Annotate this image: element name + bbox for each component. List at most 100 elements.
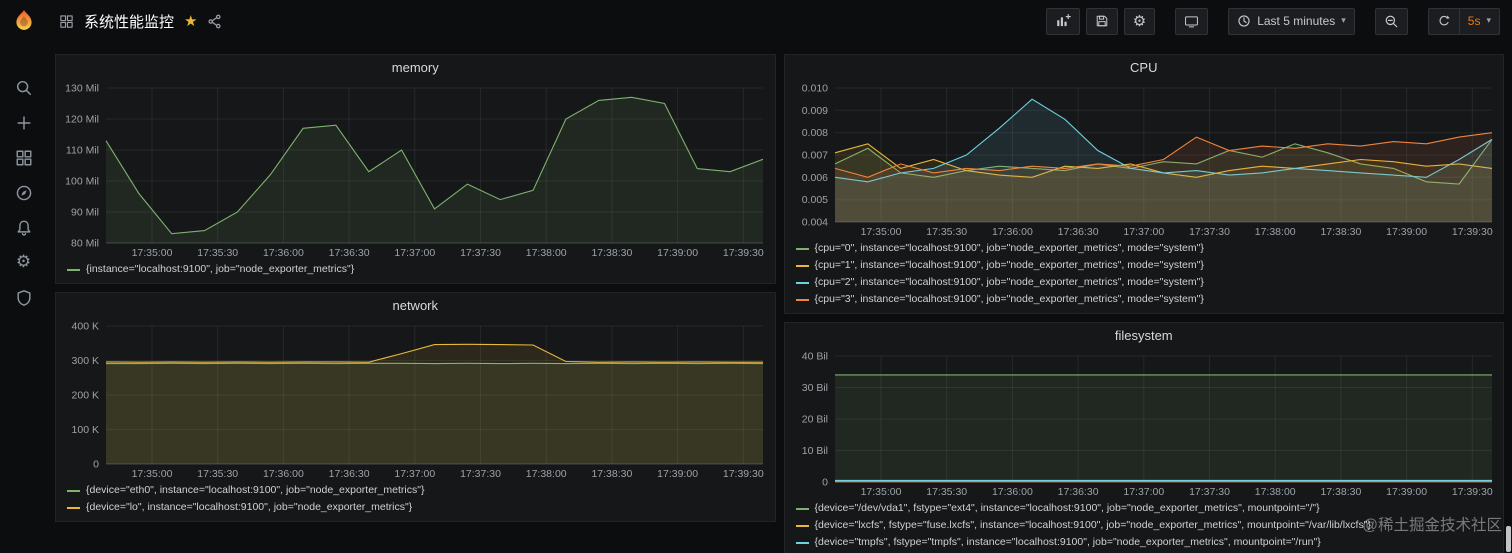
- legend-label: {device="/dev/vda1", fstype="ext4", inst…: [814, 502, 1320, 514]
- network-chart-svg: 17:35:00 17:35:30 17:36:00 17:36:30 17:37:00…: [72, 321, 764, 481]
- cpu-chart[interactable]: 17:35:00 17:35:30 17:36:00 17:36:30 17:37:00…: [785, 80, 1504, 240]
- svg-text:17:35:00: 17:35:00: [132, 247, 173, 259]
- time-picker-button[interactable]: Last 5 minutes ▾: [1228, 7, 1355, 35]
- svg-text:17:39:30: 17:39:30: [1451, 226, 1492, 238]
- favorite-star-icon[interactable]: ★: [184, 13, 197, 29]
- panel-title[interactable]: memory: [56, 55, 775, 80]
- zoom-out-icon: [1385, 15, 1398, 27]
- legend-label: {instance="localhost:9100", job="node_ex…: [86, 263, 355, 275]
- zoom-out-button[interactable]: [1374, 7, 1408, 35]
- explore-compass-icon[interactable]: [0, 175, 47, 210]
- svg-text:17:39:30: 17:39:30: [1451, 486, 1492, 498]
- svg-text:17:39:00: 17:39:00: [1386, 226, 1427, 238]
- sidebar: ⚙: [0, 0, 47, 553]
- svg-text:400 K: 400 K: [72, 321, 99, 333]
- add-panel-button[interactable]: [1045, 7, 1080, 35]
- legend-color-dash: [795, 281, 809, 284]
- svg-text:0.009: 0.009: [801, 105, 827, 117]
- filesystem-chart[interactable]: 17:35:00 17:35:30 17:36:00 17:36:30 17:37:00…: [785, 348, 1504, 500]
- svg-text:17:36:00: 17:36:00: [991, 486, 1032, 498]
- svg-text:17:37:00: 17:37:00: [394, 468, 435, 480]
- svg-text:17:37:00: 17:37:00: [1123, 486, 1164, 498]
- memory-chart[interactable]: 17:35:00 17:35:30 17:36:00 17:36:30 17:37:00…: [56, 80, 775, 261]
- dashboard-grid-icon[interactable]: [59, 14, 74, 29]
- svg-text:17:38:00: 17:38:00: [526, 468, 567, 480]
- svg-text:80 Mil: 80 Mil: [71, 238, 99, 250]
- legend-item[interactable]: {cpu="1", instance="localhost:9100", job…: [795, 259, 1204, 272]
- legend-color-dash: [67, 268, 80, 271]
- refresh-icon: [1439, 15, 1450, 26]
- refresh-interval-label: 5s: [1467, 14, 1481, 28]
- refresh-button[interactable]: [1427, 7, 1460, 35]
- svg-text:17:37:00: 17:37:00: [394, 247, 435, 259]
- create-plus-icon[interactable]: [0, 105, 47, 140]
- legend-item[interactable]: {cpu="0", instance="localhost:9100", job…: [795, 242, 1204, 255]
- svg-text:17:38:00: 17:38:00: [1254, 486, 1295, 498]
- svg-text:300 K: 300 K: [72, 355, 99, 367]
- svg-text:17:39:30: 17:39:30: [723, 247, 764, 259]
- refresh-interval-button[interactable]: 5s ▾: [1459, 7, 1500, 35]
- server-admin-shield-icon[interactable]: [0, 280, 47, 315]
- legend-label: {device="lxcfs", fstype="fuse.lxcfs", in…: [814, 519, 1371, 531]
- legend-color-dash: [795, 247, 809, 250]
- svg-text:17:35:00: 17:35:00: [860, 486, 901, 498]
- svg-text:0.008: 0.008: [801, 127, 827, 139]
- svg-text:90 Mil: 90 Mil: [71, 207, 99, 219]
- legend-color-dash: [67, 489, 80, 492]
- dashboards-icon[interactable]: [0, 140, 47, 175]
- legend-item[interactable]: {device="eth0", instance="localhost:9100…: [67, 484, 424, 497]
- svg-text:17:36:00: 17:36:00: [263, 247, 304, 259]
- panel-title[interactable]: filesystem: [785, 323, 1504, 348]
- svg-text:17:37:30: 17:37:30: [460, 468, 501, 480]
- share-icon[interactable]: [207, 14, 222, 29]
- scrollbar-thumb[interactable]: [1506, 526, 1511, 552]
- panel-title[interactable]: CPU: [785, 55, 1504, 80]
- configuration-gear-icon[interactable]: ⚙: [0, 245, 47, 280]
- time-range-label: Last 5 minutes: [1257, 14, 1336, 28]
- chevron-down-icon: ▾: [1341, 16, 1346, 26]
- top-navbar: 系统性能监控 ★ ⚙ Last 5 minutes ▾ 5s ▾: [47, 0, 1512, 42]
- search-icon[interactable]: [0, 70, 47, 105]
- legend-color-dash: [795, 541, 809, 544]
- network-chart[interactable]: 17:35:00 17:35:30 17:36:00 17:36:30 17:37:00…: [56, 318, 775, 482]
- legend-color-dash: [795, 298, 809, 301]
- dashboard-title[interactable]: 系统性能监控: [84, 11, 174, 32]
- filesystem-chart-svg: 17:35:00 17:35:30 17:36:00 17:36:30 17:37:00…: [801, 351, 1492, 499]
- svg-text:17:37:30: 17:37:30: [1189, 226, 1230, 238]
- svg-text:17:39:00: 17:39:00: [657, 247, 698, 259]
- legend-item[interactable]: {device="lxcfs", fstype="fuse.lxcfs", in…: [795, 519, 1371, 532]
- dashboard-settings-button[interactable]: ⚙: [1123, 7, 1156, 35]
- svg-text:100 K: 100 K: [72, 424, 99, 436]
- svg-text:0: 0: [822, 477, 828, 489]
- cycle-view-mode-button[interactable]: [1175, 7, 1209, 35]
- svg-text:120 Mil: 120 Mil: [65, 114, 99, 126]
- svg-text:17:38:30: 17:38:30: [1320, 486, 1361, 498]
- svg-text:0: 0: [93, 459, 99, 471]
- legend-color-dash: [795, 264, 809, 267]
- save-dashboard-button[interactable]: [1085, 7, 1118, 35]
- CPU-chart-svg: 17:35:00 17:35:30 17:36:00 17:36:30 17:37:00…: [801, 83, 1492, 239]
- left-column: memory 17:35:00 17:35:30 17:36:00 17:36:30 1…: [55, 54, 776, 553]
- tv-monitor-icon: [1185, 15, 1199, 27]
- refresh-button-group: 5s ▾: [1427, 7, 1500, 35]
- alerting-bell-icon[interactable]: [0, 210, 47, 245]
- memory-chart-svg: 17:35:00 17:35:30 17:36:00 17:36:30 17:37:00…: [65, 83, 764, 260]
- svg-text:17:35:00: 17:35:00: [132, 468, 173, 480]
- legend-item[interactable]: {cpu="3", instance="localhost:9100", job…: [795, 293, 1204, 306]
- svg-text:17:37:00: 17:37:00: [1123, 226, 1164, 238]
- legend-item[interactable]: {device="lo", instance="localhost:9100",…: [67, 501, 412, 514]
- legend-item[interactable]: {device="tmpfs", fstype="tmpfs", instanc…: [795, 536, 1321, 549]
- memory-legend: {instance="localhost:9100", job="node_ex…: [56, 261, 775, 283]
- svg-text:17:36:30: 17:36:30: [1057, 486, 1098, 498]
- svg-text:17:37:30: 17:37:30: [1189, 486, 1230, 498]
- save-icon: [1096, 15, 1108, 27]
- legend-item[interactable]: {device="/dev/vda1", fstype="ext4", inst…: [795, 502, 1320, 515]
- svg-text:17:36:30: 17:36:30: [329, 468, 370, 480]
- legend-item[interactable]: {instance="localhost:9100", job="node_ex…: [67, 263, 354, 276]
- svg-text:17:36:30: 17:36:30: [329, 247, 370, 259]
- panel-title[interactable]: network: [56, 293, 775, 318]
- legend-item[interactable]: {cpu="2", instance="localhost:9100", job…: [795, 276, 1204, 289]
- svg-text:17:35:30: 17:35:30: [926, 486, 967, 498]
- grafana-logo[interactable]: [0, 0, 47, 42]
- navbar-right: ⚙ Last 5 minutes ▾ 5s ▾: [1045, 7, 1500, 35]
